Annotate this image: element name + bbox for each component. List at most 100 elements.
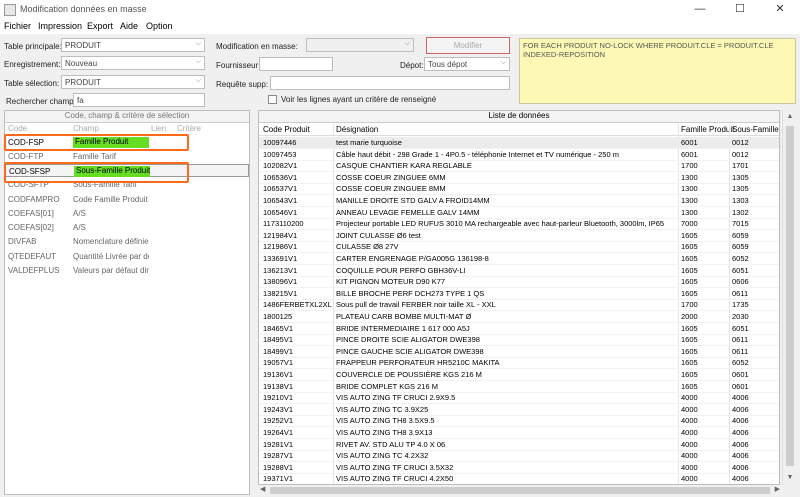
minimize-button[interactable]: — xyxy=(680,0,720,20)
col-champ[interactable]: Champ xyxy=(73,124,99,133)
col-code-produit[interactable]: Code Produit xyxy=(263,125,310,134)
table-row[interactable]: 106543V1 MANILLE DROITE STD GALV A FROID1… xyxy=(259,195,779,207)
cell-famille: 1605 xyxy=(681,242,698,252)
cell-sous-famille: 6051 xyxy=(732,323,749,333)
cell-famille: 4000 xyxy=(681,439,698,449)
table-selection-label: Table sélection: xyxy=(4,79,60,88)
cell-famille: 1605 xyxy=(681,265,698,275)
horizontal-scrollbar[interactable]: ◀ ▶ xyxy=(258,485,782,496)
menu-impression[interactable]: Impression xyxy=(38,21,82,31)
fournisseur-input[interactable] xyxy=(259,57,333,71)
cell-designation: PINCE GAUCHE SCIE ALIGATOR DWE398 xyxy=(336,346,484,356)
scroll-right-icon[interactable]: ▶ xyxy=(775,485,780,493)
maximize-button[interactable]: ☐ xyxy=(720,0,760,20)
cell-sous-famille: 4006 xyxy=(732,428,749,437)
enregistrement-select[interactable]: Nouveau ⌵ xyxy=(61,56,205,70)
depot-label: Dépot: xyxy=(400,61,424,70)
table-row[interactable]: 19136V1 COUVERCLE DE POUSSIÈRE KGS 216 M 1… xyxy=(259,369,779,381)
close-button[interactable]: ✕ xyxy=(760,0,800,20)
cell-famille: 1605 xyxy=(681,277,698,287)
table-row[interactable]: 133691V1 CARTER ENGRENAGE P/GA005G 136198… xyxy=(259,253,779,265)
field-row[interactable]: VALDEFPLUS Valeurs par défaut dimensio xyxy=(5,264,249,277)
field-row[interactable]: COEFAS[01] A/S xyxy=(5,207,249,220)
table-row[interactable]: 106537V1 COSSE COEUR ZINGUEE 8MM 1300 1305 xyxy=(259,183,779,196)
table-row[interactable]: 18495V1 PINCE DROITE SCIE ALIGATOR DWE398… xyxy=(259,334,779,347)
cell-code-produit: 19264V1 xyxy=(263,428,294,437)
cell-code-produit: 1486FERBETXL2XL xyxy=(263,300,332,310)
col-code[interactable]: Code xyxy=(8,124,27,133)
cell-designation: RIVET AV. STD ALU TP 4.0 X 06 xyxy=(336,439,446,449)
menu-aide[interactable]: Aide xyxy=(120,21,138,31)
scroll-down-icon[interactable]: ▼ xyxy=(783,471,797,485)
table-row[interactable]: 121984V1 JOINT CULASSE Ø6 test 1605 6059 xyxy=(259,230,779,242)
col-designation[interactable]: Désignation xyxy=(336,125,378,134)
table-row[interactable]: 10097453 Câble haut débit - 298 Grade 1 -… xyxy=(259,149,779,161)
table-row[interactable]: 19288V1 VIS AUTO ZING TF CRUCI 3.5X32 4000… xyxy=(259,462,779,474)
col-lien[interactable]: Lien xyxy=(151,124,166,133)
table-row[interactable]: 19371V1 VIS AUTO ZING TF CRUCI 4.2X50 4000… xyxy=(259,473,779,484)
cell-sous-famille: 1303 xyxy=(732,196,749,205)
enregistrement-label: Enregistrement: xyxy=(4,60,61,69)
table-row[interactable]: 10097446 test marie turquoise 6001 0012 xyxy=(259,137,779,149)
table-row[interactable]: 138215V1 BILLE BROCHE PERF DCH273 TYPE 1 … xyxy=(259,288,779,300)
table-row[interactable]: 106546V1 ANNEAU LEVAGE FEMELLE GALV 14MM 1… xyxy=(259,207,779,219)
cell-sous-famille: 1305 xyxy=(732,184,749,194)
scroll-left-icon[interactable]: ◀ xyxy=(260,485,265,493)
table-selection-select[interactable]: PRODUIT ⌵ xyxy=(61,75,205,89)
col-sous-famille-produit[interactable]: Sous-Famille Produit xyxy=(732,125,779,134)
table-row[interactable]: 19287V1 VIS AUTO ZING TC 4.2X32 4000 4006 xyxy=(259,450,779,463)
col-famille-produit[interactable]: Famille Produit xyxy=(681,125,734,134)
requete-input[interactable] xyxy=(270,76,510,90)
field-champ: Nomenclature définie pour xyxy=(73,237,149,246)
table-row[interactable]: 19057V1 FRAPPEUR PERFORATEUR HR5210C MAKI… xyxy=(259,357,779,370)
modifier-button[interactable]: Modifier xyxy=(426,37,510,54)
table-row[interactable]: 19138V1 BRIDE COMPLET KGS 216 M 1605 0601 xyxy=(259,381,779,393)
field-row[interactable]: QTEDEFAUT Quantité Livrée par défaut xyxy=(5,250,249,263)
field-row[interactable]: COEFAS[02] A/S xyxy=(5,221,249,234)
table-row[interactable]: 19281V1 RIVET AV. STD ALU TP 4.0 X 06 4000… xyxy=(259,439,779,451)
cell-sous-famille: 6052 xyxy=(732,358,749,368)
field-row[interactable]: CODFAMPRO Code Famille Produit xyxy=(5,193,249,206)
table-row[interactable]: 1800125 PLATEAU CARB BOMBE MULTI-MAT Ø 200… xyxy=(259,311,779,323)
table-row[interactable]: 1486FERBETXL2XL Sous pull de travail FERB… xyxy=(259,299,779,312)
cell-sous-famille: 7015 xyxy=(732,219,749,229)
table-row[interactable]: 121986V1 CULASSE Ø8 27V 1605 6059 xyxy=(259,241,779,254)
cell-famille: 4000 xyxy=(681,393,698,403)
cell-designation: BILLE BROCHE PERF DCH273 TYPE 1 QS xyxy=(336,288,485,298)
menu-option[interactable]: Option xyxy=(146,21,173,31)
table-row[interactable]: 19210V1 VIS AUTO ZING TF CRUCI 2.9X9.5 400… xyxy=(259,392,779,405)
vertical-scrollbar[interactable]: ▲ ▼ xyxy=(782,110,796,485)
depot-select[interactable]: Tous dépot ⌵ xyxy=(424,57,510,71)
scroll-thumb[interactable] xyxy=(270,487,770,494)
table-row[interactable]: 19243V1 VIS AUTO ZING TC 3.9X25 4000 4006 xyxy=(259,404,779,416)
table-row[interactable]: 136213V1 COQUILLE POUR PERFO GBH36V-LI 160… xyxy=(259,265,779,277)
col-critere[interactable]: Critère xyxy=(177,124,201,133)
query-text-area[interactable]: FOR EACH PRODUIT NO-LOCK WHERE PRODUIT.C… xyxy=(519,38,796,104)
cell-designation: CASQUE CHANTIER KARA REGLABLE xyxy=(336,161,472,171)
menu-fichier[interactable]: Fichier xyxy=(4,21,31,31)
table-row[interactable]: 19252V1 VIS AUTO ZING TH8 3.5X9.5 4000 4006 xyxy=(259,415,779,428)
modif-masse-select[interactable]: ⌵ xyxy=(306,38,414,52)
table-row[interactable]: 18465V1 BRIDE INTERMEDIAIRE 1 617 000 A5J… xyxy=(259,323,779,335)
cell-designation: COQUILLE POUR PERFO GBH36V-LI xyxy=(336,265,466,275)
table-row[interactable]: 102082V1 CASQUE CHANTIER KARA REGLABLE 170… xyxy=(259,160,779,173)
scroll-thumb[interactable] xyxy=(786,126,794,466)
table-principale-value: PRODUIT xyxy=(65,41,101,50)
cell-sous-famille: 0012 xyxy=(732,138,749,147)
voir-lignes-checkbox[interactable] xyxy=(268,95,277,104)
field-row[interactable]: DIVFAB Nomenclature définie pour xyxy=(5,235,249,248)
table-row[interactable]: 18499V1 PINCE GAUCHE SCIE ALIGATOR DWE398… xyxy=(259,346,779,358)
table-row[interactable]: 138096V1 KIT PIGNON MOTEUR D90 K77 1605 060… xyxy=(259,276,779,289)
table-row[interactable]: 1173110200 Projecteur portable LED RUFUS … xyxy=(259,218,779,231)
cell-code-produit: 133691V1 xyxy=(263,254,298,263)
rechercher-input[interactable]: fa xyxy=(73,93,205,107)
cell-code-produit: 19281V1 xyxy=(263,439,294,449)
table-row[interactable]: 106536V1 COSSE COEUR ZINGUEE 6MM 1300 1305 xyxy=(259,172,779,184)
cell-designation: CULASSE Ø8 27V xyxy=(336,242,399,252)
table-row[interactable]: 19264V1 VIS AUTO ZING TH8 3.9X13 4000 4006 xyxy=(259,427,779,439)
table-principale-select[interactable]: PRODUIT ⌵ xyxy=(61,38,205,52)
scroll-up-icon[interactable]: ▲ xyxy=(783,110,797,124)
highlight-box-sous-famille xyxy=(4,162,189,183)
menu-export[interactable]: Export xyxy=(87,21,113,31)
cell-designation: COUVERCLE DE POUSSIÈRE KGS 216 M xyxy=(336,370,482,379)
